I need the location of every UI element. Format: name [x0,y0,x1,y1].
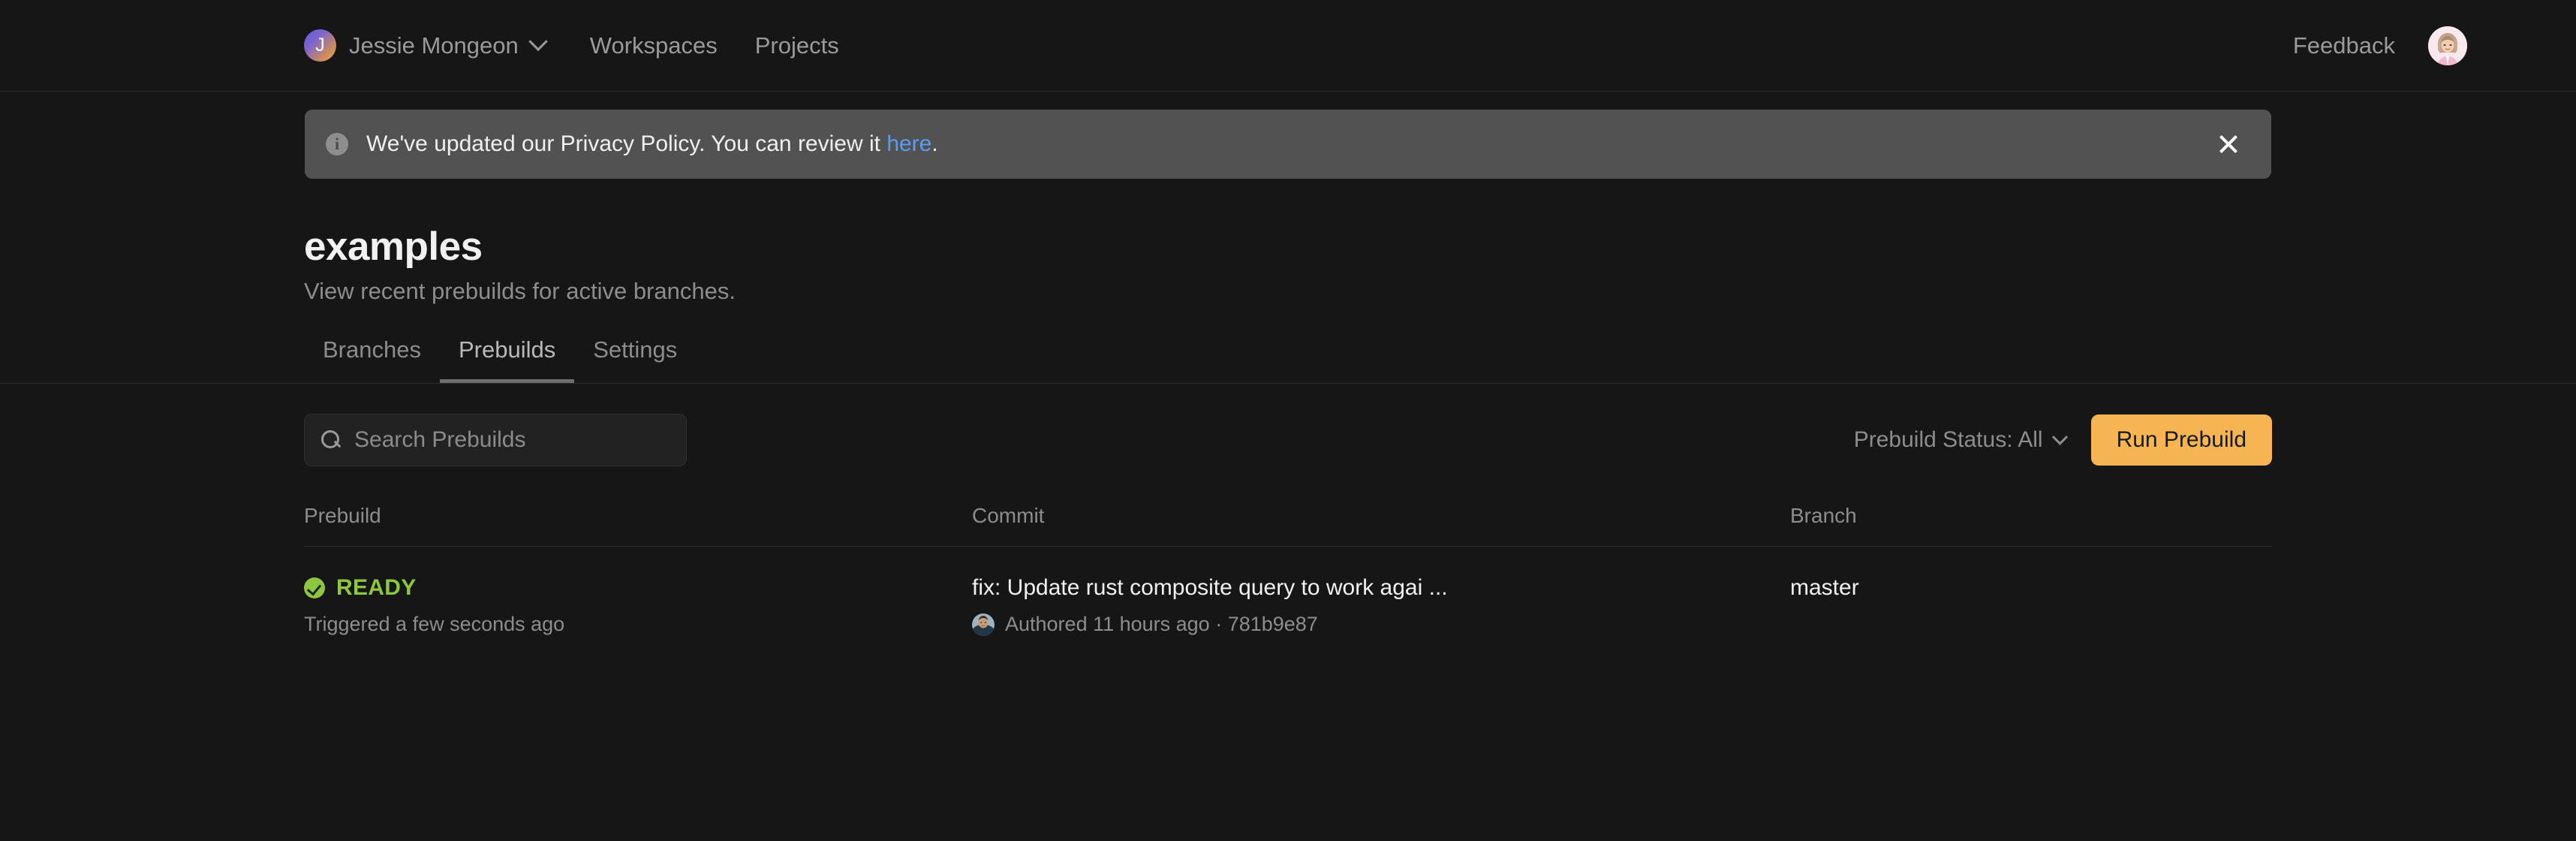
page-subtitle: View recent prebuilds for active branche… [304,278,736,305]
feedback-link[interactable]: Feedback [2293,32,2395,59]
user-avatar[interactable] [2428,26,2467,65]
user-avatar-image [2428,26,2467,65]
info-icon-glyph: i [334,134,340,153]
commit-author-avatar [972,613,995,636]
branch-name: master [1790,575,1859,601]
org-name-label: Jessie Mongeon [349,32,519,59]
commit-author-avatar-image [972,613,995,636]
chevron-down-icon [528,32,548,51]
prebuild-status-filter-label: Prebuild Status: All [1853,427,2043,453]
banner-container: i We've updated our Privacy Policy. You … [0,92,2576,179]
top-navigation-bar: J Jessie Mongeon Workspaces Projects Fee… [0,0,2576,92]
tab-prebuilds[interactable]: Prebuilds [439,336,575,384]
main-nav-links: Workspaces Projects [590,32,839,59]
info-icon: i [326,133,348,155]
org-switcher[interactable]: J Jessie Mongeon [304,29,548,62]
close-icon[interactable] [2216,131,2241,157]
banner-text-after: . [931,131,938,156]
topbar-right-group: Feedback [2293,0,2467,92]
commit-message: fix: Update rust composite query to work… [972,575,1448,601]
check-circle-icon [304,577,325,599]
table-header-row: Prebuild Commit Branch [304,504,2272,547]
column-header-commit: Commit [972,504,1045,528]
status-badge: READY [336,575,417,601]
privacy-policy-link[interactable]: here [886,131,931,156]
page-title: examples [304,225,483,269]
prebuilds-toolbar: Prebuild Status: All Run Prebuild [0,414,2576,467]
prebuild-triggered-text: Triggered a few seconds ago [304,613,565,636]
search-input[interactable] [354,427,670,454]
cell-branch: master [1790,575,2272,601]
banner-message: We've updated our Privacy Policy. You ca… [366,131,938,157]
column-header-prebuild: Prebuild [304,504,381,528]
search-box[interactable] [304,414,687,467]
table-row[interactable]: READY Triggered a few seconds ago fix: U… [304,547,2272,636]
commit-meta-row: Authored 11 hours ago · 781b9e87 [972,613,1790,636]
privacy-policy-banner: i We've updated our Privacy Policy. You … [305,110,2271,179]
nav-link-workspaces[interactable]: Workspaces [590,32,718,59]
run-prebuild-button[interactable]: Run Prebuild [2090,414,2272,466]
prebuilds-table: Prebuild Commit Branch READY Triggered a… [304,504,2272,636]
toolbar-right-group: Prebuild Status: All Run Prebuild [1854,414,2272,466]
banner-text-before: We've updated our Privacy Policy. You ca… [366,131,887,156]
column-header-branch: Branch [1790,504,1857,528]
search-icon [321,430,341,450]
org-avatar-initial: J [315,35,325,56]
topbar-left-group: J Jessie Mongeon Workspaces Projects [304,29,839,62]
tab-bar: Branches Prebuilds Settings [0,336,2576,384]
page-header: examples View recent prebuilds for activ… [304,225,2576,305]
commit-meta-text: Authored 11 hours ago · 781b9e87 [1005,613,1318,636]
nav-link-projects[interactable]: Projects [755,32,839,59]
prebuild-status-filter[interactable]: Prebuild Status: All [1853,427,2068,453]
chevron-down-icon [2051,429,2068,445]
cell-prebuild: READY Triggered a few seconds ago [304,575,972,636]
tab-settings[interactable]: Settings [574,336,696,383]
cell-commit: fix: Update rust composite query to work… [972,575,1790,636]
prebuild-status: READY [304,575,972,601]
org-avatar: J [304,29,336,62]
tab-branches[interactable]: Branches [304,336,440,383]
